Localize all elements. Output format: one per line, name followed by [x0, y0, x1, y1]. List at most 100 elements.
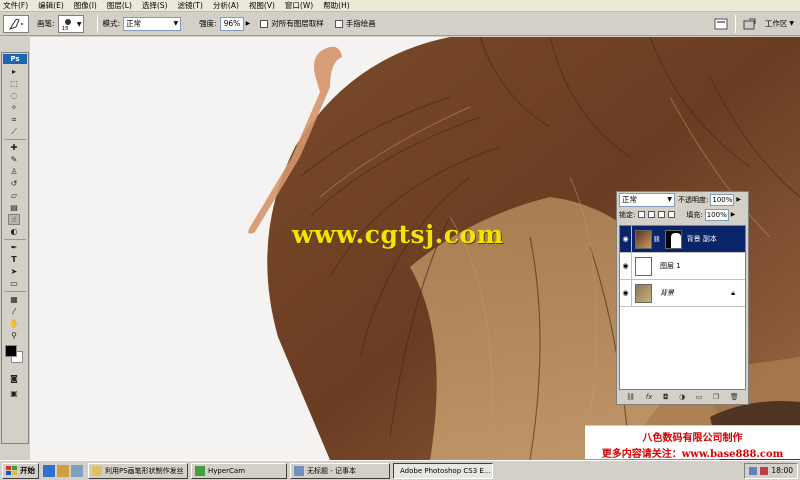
task-label: 无标题 - 记事本 [307, 466, 356, 475]
layer-row[interactable]: ◉ 背景 🔒︎ [620, 280, 745, 307]
foreground-color-swatch[interactable] [5, 345, 17, 357]
visibility-eye-icon[interactable]: ◉ [620, 226, 632, 252]
separator [4, 139, 26, 140]
menu-file[interactable]: 文件(F) [3, 0, 28, 11]
quick-launch [43, 464, 85, 477]
layer-name: 背景 [660, 289, 674, 297]
network-icon[interactable] [749, 466, 758, 475]
credit-line2: 更多内容请关注：www.base888.com [601, 449, 784, 460]
chevron-down-icon: ▼ [789, 20, 794, 27]
gradient-tool-icon[interactable]: ▤ [8, 202, 20, 213]
fill-slider-arrow-icon[interactable]: ▶ [731, 211, 736, 218]
opacity-label: 不透明度: [678, 195, 709, 204]
layer-style-icon[interactable]: fx [646, 393, 653, 401]
eraser-tool-icon[interactable]: ▱ [8, 190, 20, 201]
new-layer-icon[interactable]: ❐ [713, 393, 719, 401]
lock-image-icon[interactable] [648, 211, 656, 218]
lasso-tool-icon[interactable]: ◌ [8, 90, 20, 101]
palette-well-icon[interactable] [712, 15, 730, 33]
mode-select[interactable]: 正常 ▼ [123, 16, 182, 31]
adjustment-layer-icon[interactable]: ◑ [679, 393, 685, 401]
menu-help[interactable]: 帮助(H) [323, 0, 350, 11]
mode-label: 模式: [102, 19, 121, 28]
path-selection-tool-icon[interactable]: ➤ [8, 266, 20, 277]
clone-stamp-tool-icon[interactable]: ♙ [8, 166, 20, 177]
visibility-eye-icon[interactable]: ◉ [620, 280, 632, 306]
quick-mask-icon[interactable]: ◙ [8, 373, 20, 384]
menu-select[interactable]: 选择(S) [142, 0, 168, 11]
menu-edit[interactable]: 编辑(E) [38, 0, 64, 11]
clock: 18:00 [771, 466, 793, 475]
history-brush-tool-icon[interactable]: ↺ [8, 178, 20, 189]
options-bar: 画笔: 15 ▼ 模式: 正常 ▼ 强度: 96% ▶ 对所有图层取样 手指绘画 [0, 12, 800, 36]
start-button[interactable]: 开始 [2, 462, 39, 479]
move-tool-icon[interactable]: ▸ [8, 66, 20, 77]
taskbar-item[interactable]: Adobe Photoshop CS3 E... [393, 462, 493, 479]
task-label: Adobe Photoshop CS3 E... [400, 466, 491, 475]
dodge-tool-icon[interactable]: ◐ [8, 226, 20, 237]
layer-mask-thumbnail[interactable] [664, 229, 682, 249]
menu-view[interactable]: 视图(V) [249, 0, 275, 11]
layer-row[interactable]: ◉ ⛓ 背景 副本 [620, 226, 745, 253]
blend-mode-select[interactable]: 正常 ▼ [619, 192, 675, 207]
lock-label: 锁定: [619, 210, 636, 219]
menu-window[interactable]: 窗口(W) [285, 0, 313, 11]
type-tool-icon[interactable]: T [8, 254, 20, 265]
menu-image[interactable]: 图像(I) [74, 0, 97, 11]
fill-input[interactable]: 100% [704, 208, 729, 221]
menu-filter[interactable]: 滤镜(T) [178, 0, 203, 11]
screen-mode-icon[interactable]: ▣ [8, 388, 20, 399]
brush-tool-icon[interactable]: ✎ [8, 154, 20, 165]
menu-layer[interactable]: 图层(L) [107, 0, 132, 11]
brush-label: 画笔: [37, 19, 55, 28]
bridge-icon[interactable] [741, 15, 759, 33]
trash-icon[interactable]: 🗑︎ [730, 393, 739, 401]
opacity-slider-arrow-icon[interactable]: ▶ [736, 196, 741, 203]
lock-transparency-icon[interactable] [638, 211, 646, 218]
tool-preset-picker[interactable] [3, 14, 29, 33]
crop-tool-icon[interactable]: ⌗ [8, 114, 20, 125]
brush-picker[interactable]: 15 ▼ [57, 14, 84, 33]
healing-brush-tool-icon[interactable]: ✚ [8, 142, 20, 153]
marquee-tool-icon[interactable]: ⬚ [8, 78, 20, 89]
taskbar-item[interactable]: 利用PS画笔形状制作发丝 [88, 462, 188, 479]
strength-slider-arrow-icon[interactable]: ▶ [246, 20, 251, 27]
workspace-button[interactable]: 工作区 ▼ [765, 18, 794, 29]
layer-list: ◉ ⛓ 背景 副本 ◉ 图层 1 ◉ 背景 🔒︎ [619, 225, 746, 390]
pen-tool-icon[interactable]: ✒ [8, 242, 20, 253]
add-mask-icon[interactable]: ◘ [663, 393, 669, 401]
new-group-icon[interactable]: ▭ [696, 393, 703, 401]
opacity-input[interactable]: 100% [710, 193, 735, 206]
strength-input[interactable]: 96% [219, 16, 244, 31]
sample-all-layers-checkbox[interactable]: 对所有图层取样 [260, 18, 327, 29]
eyedropper-tool-icon[interactable]: ⁄ [8, 306, 20, 317]
finger-paint-label: 手指绘画 [345, 19, 376, 28]
brush-size: 15 [61, 25, 69, 32]
layer-row[interactable]: ◉ 图层 1 [620, 253, 745, 280]
magic-wand-tool-icon[interactable]: ✧ [8, 102, 20, 113]
visibility-eye-icon[interactable]: ◉ [620, 253, 632, 279]
taskbar-item[interactable]: HyperCam [191, 462, 287, 479]
lock-all-icon[interactable] [668, 211, 676, 218]
hand-tool-icon[interactable]: ✋ [8, 318, 20, 329]
shape-tool-icon[interactable]: ▭ [8, 278, 20, 289]
zoom-tool-icon[interactable]: ⚲ [8, 330, 20, 341]
toolbox: Ps ▸ ⬚ ◌ ✧ ⌗ ⟋ ✚ ✎ ♙ ↺ ▱ ▤ ☝ ◐ ✒ T ➤ ▭ ▦… [1, 52, 29, 444]
speaker-icon[interactable] [760, 466, 769, 475]
explorer-icon[interactable] [57, 464, 69, 477]
task-label: HyperCam [208, 466, 246, 475]
separator [96, 14, 98, 33]
mode-value: 正常 [126, 19, 142, 28]
chevron-down-icon: ▼ [173, 20, 179, 27]
desktop-icon[interactable] [71, 464, 83, 477]
slice-tool-icon[interactable]: ⟋ [8, 126, 20, 137]
finger-painting-checkbox[interactable]: 手指绘画 [334, 18, 379, 29]
smudge-tool-icon[interactable]: ☝ [8, 214, 20, 225]
menu-analysis[interactable]: 分析(A) [213, 0, 239, 11]
lock-position-icon[interactable] [658, 211, 666, 218]
notes-tool-icon[interactable]: ▦ [8, 294, 20, 305]
link-layers-icon[interactable]: ⛓ [626, 393, 635, 401]
color-swatches[interactable] [2, 343, 28, 367]
ie-icon[interactable] [43, 464, 55, 477]
taskbar-item[interactable]: 无标题 - 记事本 [290, 462, 390, 479]
